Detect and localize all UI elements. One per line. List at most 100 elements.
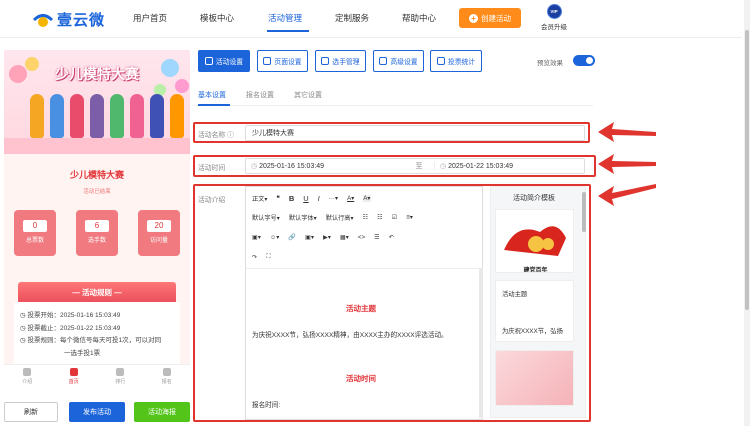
subtab-divider [193,105,593,106]
tab-home[interactable]: 首页 [51,365,98,390]
tab-basic-settings[interactable]: 基本设置 [198,90,226,100]
nav-help-center[interactable]: 帮助中心 [402,12,436,24]
clock-icon: ◷ [440,163,447,170]
tab-signup[interactable]: 报名 [144,365,191,390]
nav-user-home[interactable]: 用户首页 [133,12,167,24]
refresh-button[interactable]: 刷新 [4,402,58,422]
activity-settings-button[interactable]: 活动设置 [198,50,250,72]
divider-icon[interactable]: ☰ [374,234,380,241]
section-title: 活动主题 [346,304,376,313]
vip-upgrade[interactable]: VIP 会员升级 [537,4,571,31]
rule-item: 一选手投1票 [64,349,101,357]
underline-icon[interactable]: U [303,194,308,203]
preview-tabbar: 介绍 首页 排行 报名 [4,364,190,390]
template-scrollbar[interactable] [582,192,586,232]
redo-icon[interactable]: ↷ [252,254,257,261]
preview-effect-toggle[interactable] [573,55,595,66]
range-separator: 至 [415,163,423,170]
video-icon[interactable]: ▶▾ [323,234,331,241]
gear-icon [263,57,272,65]
sliders-icon [379,57,388,65]
rule-item: ◷ 投票规则：每个微信号每天可投1次，可以对同 [20,337,162,344]
vip-upgrade-label: 会员升级 [541,24,567,31]
kids-illustration [30,94,184,138]
vote-statistics-button[interactable]: 投票统计 [430,50,482,72]
help-icon: ⓘ [227,132,234,139]
bullet-list-icon[interactable]: ☷ [363,214,369,221]
party-centenary-image [496,210,573,272]
font-family-select[interactable]: 默认字体▾ [289,213,317,222]
template-card[interactable]: 建党百年 [495,209,574,273]
activity-time-range: ◷ 2025-01-16 15:03:49 至 ◷ 2025-01-22 15:… [245,158,585,174]
emoji-icon[interactable]: ☺▾ [270,234,279,241]
numbered-list-icon[interactable]: ☷ [377,214,383,221]
activity-time-label: 活动时间 [198,165,226,172]
line-height-select[interactable]: 默认行高▾ [326,213,354,222]
code-icon[interactable]: <> [358,234,365,241]
stat-visits: 20 访问量 [138,210,180,256]
editor-content[interactable]: 活动主题 为庆祝XXXX节，弘扬XXXX精神，由XXXX主办的XXXX评选活动。… [246,268,482,418]
person-icon [23,368,32,376]
activity-status: 活动已结束 [83,189,111,195]
users-icon [321,57,330,65]
align-icon[interactable]: ≡▾ [406,214,413,221]
todo-list-icon[interactable]: ☑ [392,214,398,221]
editor-scrollbar[interactable] [479,268,483,418]
background-color-icon[interactable]: A▾ [363,195,371,202]
plus-icon: + [469,13,478,23]
image-icon[interactable]: ▣▾ [305,234,314,241]
advanced-settings-button[interactable]: 高级设置 [373,50,424,72]
quote-icon[interactable]: ❝ [276,195,279,202]
activity-intro-label: 活动介绍 [198,197,226,204]
home-icon [69,368,78,376]
bold-icon[interactable]: B [289,194,294,203]
font-color-icon[interactable]: A▾ [347,195,354,202]
end-time-input[interactable]: ◷ 2025-01-22 15:03:49 [434,162,513,170]
contestant-management-button[interactable]: 选手管理 [315,50,366,72]
link-icon[interactable]: 🔗 [288,233,296,241]
table-icon[interactable]: ▦▾ [340,234,349,241]
stat-value: 6 [85,220,109,232]
stat-value: 0 [23,220,47,232]
activity-name-input[interactable]: 少儿模特大赛 [245,125,585,141]
activity-poster-button[interactable]: 活动海报 [134,402,190,422]
tab-intro[interactable]: 介绍 [4,365,51,390]
annotation-arrows [598,122,656,206]
page-settings-button[interactable]: 页面设置 [257,50,308,72]
tab-other-settings[interactable]: 其它设置 [294,90,322,100]
brand-name: 壹云微 [57,11,106,29]
clock-icon: ◷ [251,163,258,170]
logo-icon [32,9,54,29]
start-time-input[interactable]: ◷ 2025-01-16 15:03:49 [246,162,404,170]
undo-icon[interactable]: ↶ [389,234,394,241]
font-size-select[interactable]: 默认字号▾ [252,213,280,222]
section-text: 报名时间: [252,402,281,409]
more-icon[interactable]: ···▾ [329,195,338,202]
fullscreen-icon[interactable]: ⛶ [266,253,270,261]
preview-title: 少儿模特大赛 [69,170,124,180]
template-card[interactable] [495,350,574,406]
page-scrollbar-thumb[interactable] [745,30,749,310]
nav-custom-service[interactable]: 定制服务 [335,12,369,24]
preview-effect-label: 预览效果 [537,60,563,67]
create-activity-label: 创建活动 [481,13,511,23]
create-activity-button[interactable]: + 创建活动 [459,8,521,28]
signup-icon [162,368,171,376]
stat-total-votes: 0 总票数 [14,210,56,256]
tab-signup-settings[interactable]: 报名设置 [246,90,274,100]
publish-activity-button[interactable]: 发布活动 [69,402,125,422]
template-card[interactable]: 活动主题 为庆祝XXXX节，弘扬 [495,280,574,342]
tab-ranking[interactable]: 排行 [97,365,144,390]
hero-title: 少儿模特大赛 [55,66,139,82]
activity-name-label: 活动名称 ⓘ [198,132,234,139]
nav-activity-management[interactable]: 活动管理 [268,12,302,24]
paragraph-format-select[interactable]: 正文▾ [252,194,267,203]
italic-icon[interactable]: I [318,194,320,203]
stat-label: 选手数 [87,238,106,244]
nav-template-center[interactable]: 模板中心 [200,12,234,24]
section-text: 为庆祝XXXX节，弘扬XXXX精神，由XXXX主办的XXXX评选活动。 [252,332,448,339]
indent-icon[interactable]: ▣▾ [252,234,261,241]
brand-logo[interactable]: 壹云微 [32,8,128,30]
template-card-title: 活动主题 [502,291,528,298]
vip-icon: VIP [546,4,562,19]
